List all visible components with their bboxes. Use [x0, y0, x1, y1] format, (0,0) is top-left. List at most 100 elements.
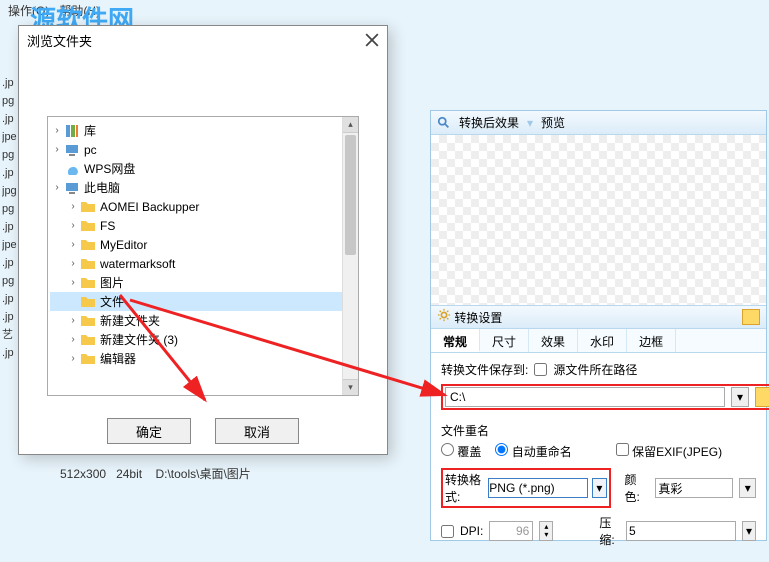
cancel-button[interactable]: 取消: [215, 418, 299, 444]
scroll-thumb[interactable]: [345, 135, 356, 255]
tree-item[interactable]: › MyEditor: [50, 235, 356, 254]
tree-item-label: MyEditor: [100, 238, 147, 252]
preview-area: [431, 135, 766, 305]
rename-label: 文件重名: [441, 422, 756, 439]
folder-icon: [80, 294, 96, 310]
expand-icon[interactable]: ›: [66, 315, 80, 326]
preview-label[interactable]: 预览: [541, 114, 565, 131]
color-dropdown-button[interactable]: ▾: [739, 478, 756, 498]
keep-exif-label: 保留EXIF(JPEG): [632, 445, 722, 459]
status-depth: 24bit: [116, 467, 142, 481]
expand-icon[interactable]: ›: [66, 334, 80, 345]
tree-item[interactable]: › 新建文件夹: [50, 311, 356, 330]
keep-exif-checkbox[interactable]: [616, 443, 629, 456]
radio-overwrite[interactable]: 覆盖: [441, 443, 481, 460]
thispc-icon: [64, 180, 80, 196]
expand-icon[interactable]: ›: [66, 201, 80, 212]
tree-item-label: pc: [84, 143, 97, 157]
save-path-input[interactable]: [445, 387, 725, 407]
postfx-label[interactable]: 转换后效果: [459, 114, 519, 131]
tree-item-label: watermarksoft: [100, 257, 175, 271]
radio-overwrite-label: 覆盖: [457, 445, 481, 459]
lib-icon: [64, 123, 80, 139]
tree-item-label: AOMEI Backupper: [100, 200, 199, 214]
tab-常规[interactable]: 常规: [431, 329, 480, 352]
gear-icon: [437, 308, 451, 322]
compression-dropdown-button[interactable]: ▾: [742, 521, 756, 541]
tree-item-label: 图片: [100, 274, 124, 291]
folder-icon: [80, 332, 96, 348]
radio-auto-label: 自动重命名: [512, 445, 572, 459]
src-path-checkbox[interactable]: [534, 363, 547, 376]
tree-item[interactable]: 文件: [50, 292, 356, 311]
tree-item-label: 新建文件夹: [100, 312, 160, 329]
format-label: 转换格式:: [445, 471, 484, 505]
tab-边框[interactable]: 边框: [627, 329, 676, 352]
tree-item[interactable]: › FS: [50, 216, 356, 235]
scroll-up-button[interactable]: ▴: [343, 117, 358, 133]
tree-item-label: 编辑器: [100, 350, 136, 367]
folder-icon: [80, 256, 96, 272]
expand-icon[interactable]: ›: [50, 144, 64, 155]
search-icon: [437, 116, 451, 130]
expand-icon[interactable]: ›: [50, 182, 64, 193]
radio-auto-rename[interactable]: 自动重命名: [495, 443, 571, 460]
tree-item[interactable]: › 新建文件夹 (3): [50, 330, 356, 349]
tree-item-label: 此电脑: [84, 179, 120, 196]
ok-button[interactable]: 确定: [107, 418, 191, 444]
tree-item-label: 库: [84, 122, 96, 139]
format-dropdown-button[interactable]: ▾: [592, 478, 606, 498]
settings-title: 转换设置: [454, 311, 502, 325]
status-path: D:\tools\桌面\图片: [155, 467, 250, 481]
expand-icon[interactable]: ›: [50, 125, 64, 136]
path-dropdown-button[interactable]: ▾: [731, 387, 749, 407]
tree-scrollbar[interactable]: ▴ ▾: [342, 117, 358, 395]
right-panel: 转换后效果 ▾ 预览 转换设置 常规尺寸效果水印边框 转换文件保存到: 源文件所…: [430, 110, 767, 541]
color-label: 颜色:: [625, 471, 650, 505]
dpi-label: DPI:: [460, 524, 483, 538]
tab-效果[interactable]: 效果: [529, 329, 578, 352]
status-size: 512x300: [60, 467, 106, 481]
tree-item[interactable]: › 图片: [50, 273, 356, 292]
tree-item[interactable]: › watermarksoft: [50, 254, 356, 273]
expand-icon[interactable]: ›: [66, 239, 80, 250]
dpi-input[interactable]: [489, 521, 533, 541]
expand-icon[interactable]: ›: [66, 220, 80, 231]
expand-icon[interactable]: ›: [66, 258, 80, 269]
pc-icon: [64, 142, 80, 158]
tree-item[interactable]: › 编辑器: [50, 349, 356, 368]
tree-item[interactable]: ›库: [50, 121, 356, 140]
folder-tree: ›库›pcWPS网盘›此电脑›AOMEI Backupper›FS›MyEdit…: [47, 116, 359, 396]
tree-item[interactable]: › pc: [50, 140, 356, 159]
tab-水印[interactable]: 水印: [578, 329, 627, 352]
close-icon[interactable]: [365, 33, 379, 47]
folder-icon: [80, 237, 96, 253]
folder-icon: [80, 199, 96, 215]
expand-icon[interactable]: ›: [66, 353, 80, 364]
format-select[interactable]: [488, 478, 588, 498]
tree-item[interactable]: › AOMEI Backupper: [50, 197, 356, 216]
browse-folder-button[interactable]: [755, 387, 769, 407]
src-path-label: 源文件所在路径: [553, 361, 637, 378]
expand-icon[interactable]: ›: [66, 277, 80, 288]
color-select[interactable]: [655, 478, 733, 498]
tree-item-label: 新建文件夹 (3): [100, 331, 178, 348]
tree-item-label: FS: [100, 219, 115, 233]
dpi-checkbox[interactable]: [441, 525, 454, 538]
status-bar: 512x300 24bit D:\tools\桌面\图片: [60, 465, 251, 482]
tree-item[interactable]: WPS网盘: [50, 159, 356, 178]
tab-尺寸[interactable]: 尺寸: [480, 329, 529, 352]
folder-icon: [80, 313, 96, 329]
scroll-down-button[interactable]: ▾: [343, 379, 358, 395]
tree-item[interactable]: › 此电脑: [50, 178, 356, 197]
settings-folder-icon[interactable]: [742, 309, 760, 325]
compression-select[interactable]: [626, 521, 736, 541]
settings-tabs: 常规尺寸效果水印边框: [431, 329, 766, 353]
tree-item-label: WPS网盘: [84, 160, 135, 177]
wps-icon: [64, 161, 80, 177]
browse-folder-dialog: 浏览文件夹 ›库›pcWPS网盘›此电脑›AOMEI Backupper›FS›…: [18, 25, 388, 455]
dpi-spinner[interactable]: ▴▾: [539, 521, 553, 541]
folder-icon: [80, 275, 96, 291]
save-to-label: 转换文件保存到:: [441, 361, 528, 378]
tree-item-label: 文件: [100, 293, 124, 310]
